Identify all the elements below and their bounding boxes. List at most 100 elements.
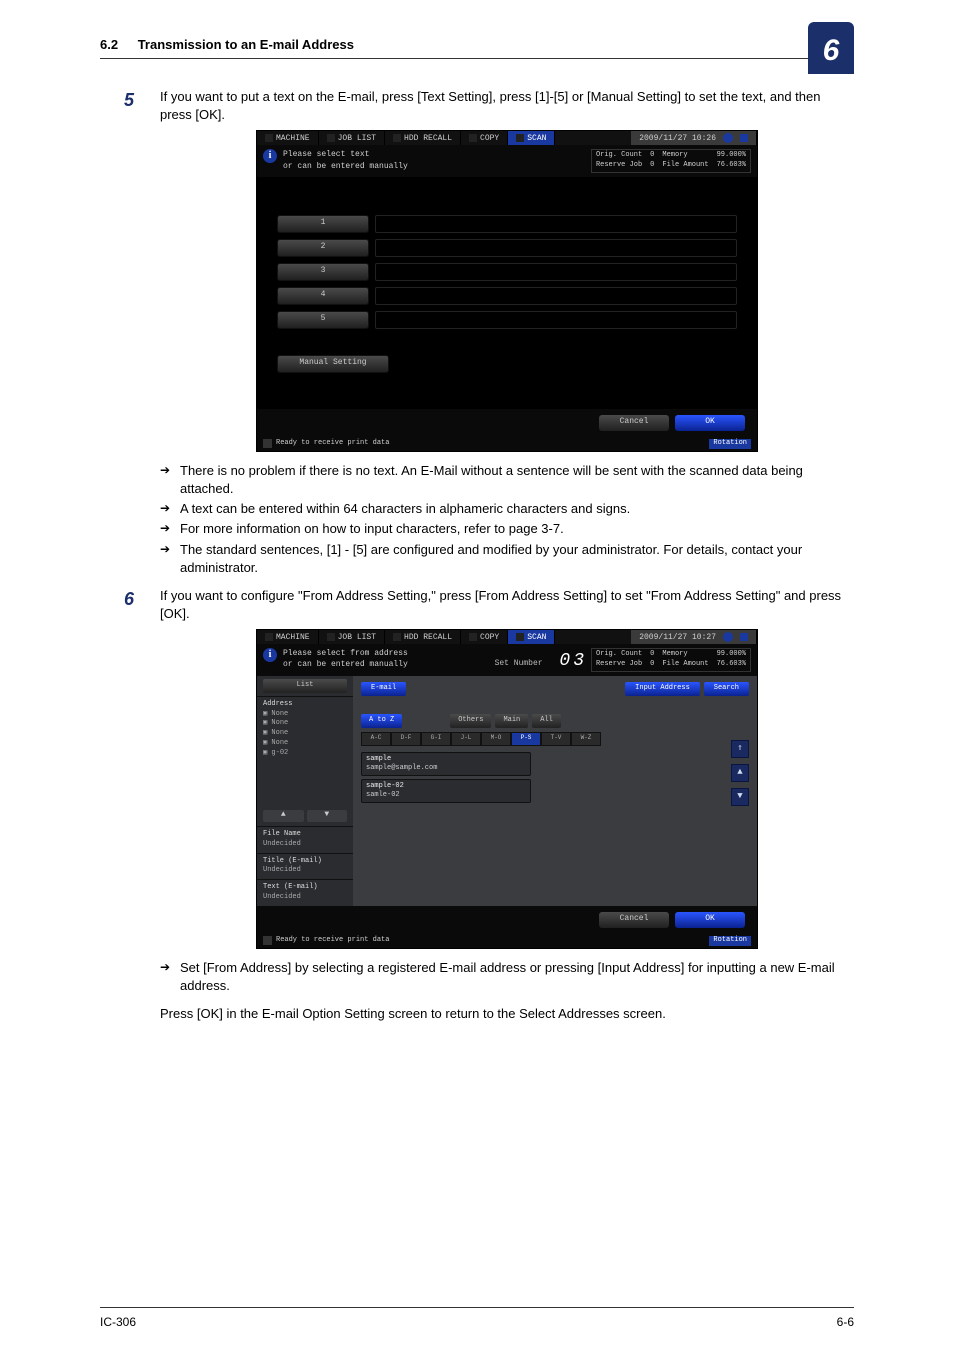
letters-ps[interactable]: P-S [511, 732, 541, 746]
ok-button[interactable]: OK [675, 415, 745, 431]
step-5-notes: There is no problem if there is no text.… [160, 462, 854, 577]
sidebar-filename-section[interactable]: File Name Undecided [257, 826, 353, 853]
tab-copy[interactable]: COPY [461, 131, 508, 145]
wheel-icon[interactable] [723, 632, 733, 642]
tab-machine[interactable]: MACHINE [257, 630, 319, 644]
slot-4-button[interactable]: 4 [277, 287, 369, 305]
sidebar-text-section[interactable]: Text (E-mail) Undecided [257, 879, 353, 906]
user-icon[interactable] [740, 134, 748, 142]
slot-3-button[interactable]: 3 [277, 263, 369, 281]
screenshot-from-address: MACHINE JOB LIST HDD RECALL COPY SCAN 20… [256, 629, 758, 948]
status-file-val: 76.603% [717, 660, 746, 670]
sidebar-text-val: Undecided [263, 893, 347, 903]
cancel-button[interactable]: Cancel [599, 415, 669, 431]
slot-3-field[interactable] [375, 263, 737, 281]
status-file-label: File Amount [662, 660, 708, 670]
letters-jl[interactable]: J-L [451, 732, 481, 746]
filter-atoz[interactable]: A to Z [361, 714, 402, 728]
scan-icon [516, 633, 524, 641]
letters-ac[interactable]: A-C [361, 732, 391, 746]
cancel-button[interactable]: Cancel [599, 912, 669, 928]
tab-scan[interactable]: SCAN [508, 131, 555, 145]
header-section: 6.2 [100, 37, 118, 52]
machine-icon [265, 633, 273, 641]
text-slot-5: 5 [277, 311, 737, 329]
search-button[interactable]: Search [704, 682, 749, 696]
sidebar-list-button[interactable]: List [263, 679, 347, 693]
entry-address: samle-02 [366, 791, 526, 800]
top-tabs: MACHINE JOB LIST HDD RECALL COPY SCAN 20… [257, 630, 757, 644]
tab-joblist[interactable]: JOB LIST [319, 131, 385, 145]
info-line2: or can be entered manually [283, 659, 408, 670]
letters-wz[interactable]: W-Z [571, 732, 601, 746]
filter-all[interactable]: All [532, 714, 561, 728]
sidebar-none-3: None [271, 729, 288, 737]
wheel-icon[interactable] [723, 133, 733, 143]
letters-mo[interactable]: M-O [481, 732, 511, 746]
page-header: 6.2 Transmission to an E-mail Address 6 [100, 36, 854, 59]
tab-joblist[interactable]: JOB LIST [319, 630, 385, 644]
user-icon[interactable] [740, 633, 748, 641]
sidebar-filename-label: File Name [263, 830, 347, 840]
copy-icon [469, 633, 477, 641]
list-icon [327, 134, 335, 142]
step-6-notes: Set [From Address] by selecting a regist… [160, 959, 854, 995]
sidebar-down-button[interactable]: ▼ [307, 810, 348, 822]
info-line1: Please select from address [283, 648, 408, 659]
scroll-down-button[interactable]: ▼ [731, 788, 749, 806]
scroll-top-button[interactable]: ⇑ [731, 740, 749, 758]
tab-hddrecall-label: HDD RECALL [404, 632, 452, 643]
input-address-button[interactable]: Input Address [625, 682, 700, 696]
footer-status-text: Ready to receive print data [276, 439, 389, 449]
text-slot-3: 3 [277, 263, 737, 281]
tab-hddrecall[interactable]: HDD RECALL [385, 630, 461, 644]
sidebar-title-section[interactable]: Title (E-mail) Undecided [257, 853, 353, 880]
step-5-number: 5 [124, 88, 134, 113]
address-entry[interactable]: sample-02 samle-02 [361, 779, 531, 803]
slot-1-field[interactable] [375, 215, 737, 233]
ok-button[interactable]: OK [675, 912, 745, 928]
letters-gi[interactable]: G-I [421, 732, 451, 746]
letters-tv[interactable]: T-V [541, 732, 571, 746]
sidebar-address-row: ▣ g-02 [263, 749, 347, 759]
tab-scan[interactable]: SCAN [508, 630, 555, 644]
sidebar-address-label: Address [263, 700, 347, 710]
scan-icon [516, 134, 524, 142]
slot-4-field[interactable] [375, 287, 737, 305]
status-res-val: 0 [650, 660, 654, 670]
dialog-buttons: Cancel OK [257, 409, 757, 437]
footer-bar: Ready to receive print data Rotation [257, 437, 757, 451]
sidebar-up-button[interactable]: ▲ [263, 810, 304, 822]
letters-df[interactable]: D-F [391, 732, 421, 746]
tab-hddrecall[interactable]: HDD RECALL [385, 131, 461, 145]
sidebar-text-label: Text (E-mail) [263, 883, 347, 893]
scroll-buttons: ⇑ ▲ ▼ [731, 740, 749, 806]
sidebar: List Address ▣ None ▣ None ▣ None ▣ None… [257, 676, 353, 906]
scroll-up-button[interactable]: ▲ [731, 764, 749, 782]
slot-1-button[interactable]: 1 [277, 215, 369, 233]
letter-row: A-C D-F G-I J-L M-O P-S T-V W-Z [361, 732, 749, 746]
copy-icon [469, 134, 477, 142]
manual-setting-button[interactable]: Manual Setting [277, 355, 389, 373]
page-footer: IC-306 6-6 [100, 1307, 854, 1314]
screenshot-text-setting: MACHINE JOB LIST HDD RECALL COPY SCAN 20… [256, 130, 758, 451]
slot-2-button[interactable]: 2 [277, 239, 369, 257]
slot-5-button[interactable]: 5 [277, 311, 369, 329]
printer-icon [263, 439, 272, 448]
status-file-val: 76.603% [717, 161, 746, 171]
slot-5-field[interactable] [375, 311, 737, 329]
address-entry[interactable]: sample sample@sample.com [361, 752, 531, 776]
tab-copy[interactable]: COPY [461, 630, 508, 644]
info-bar: i Please select from address or can be e… [257, 644, 757, 676]
text-slot-1: 1 [277, 215, 737, 233]
status-res-label: Reserve Job [596, 161, 642, 171]
filter-others[interactable]: Others [450, 714, 491, 728]
slot-2-field[interactable] [375, 239, 737, 257]
info-line1: Please select text [283, 149, 408, 160]
tab-machine-label: MACHINE [276, 133, 310, 144]
footer-status-text: Ready to receive print data [276, 936, 389, 946]
tab-machine[interactable]: MACHINE [257, 131, 319, 145]
entry-name: sample [366, 755, 526, 764]
filter-main[interactable]: Main [495, 714, 528, 728]
email-tab[interactable]: E-mail [361, 682, 406, 696]
